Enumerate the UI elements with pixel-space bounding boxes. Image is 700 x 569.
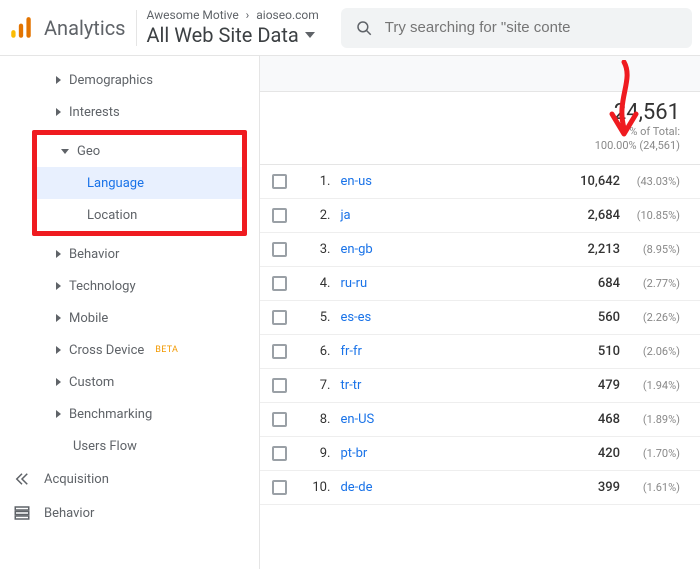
table-row[interactable]: 10.de-de399(1.61%) — [260, 471, 700, 505]
row-percent: (2.26%) — [626, 311, 680, 324]
row-value: 479 — [570, 378, 620, 393]
row-language-link[interactable]: pt-br — [340, 446, 570, 461]
row-percent: (1.89%) — [626, 413, 680, 426]
row-checkbox[interactable] — [272, 480, 287, 495]
sidebar-item-language[interactable]: Language — [37, 167, 242, 199]
row-percent: (1.61%) — [626, 481, 680, 494]
analytics-icon — [8, 15, 34, 41]
sidebar-item-technology[interactable]: Technology — [0, 270, 259, 302]
row-value: 560 — [570, 310, 620, 325]
sidebar-section-acquisition[interactable]: Acquisition — [0, 462, 259, 496]
row-index: 10 — [305, 480, 327, 495]
row-value: 468 — [570, 412, 620, 427]
table-row[interactable]: 9.pt-br420(1.70%) — [260, 437, 700, 471]
row-percent: (1.94%) — [626, 379, 680, 392]
row-checkbox[interactable] — [272, 378, 287, 393]
row-value: 510 — [570, 344, 620, 359]
row-percent: (10.85%) — [626, 209, 680, 222]
row-language-link[interactable]: ja — [340, 208, 570, 223]
brand-text: Analytics — [44, 16, 126, 40]
chevron-down-icon — [305, 32, 315, 38]
row-index: 4 — [305, 276, 327, 291]
row-index: 3 — [305, 242, 327, 257]
ga-logo[interactable]: Analytics — [8, 15, 126, 41]
property-selector[interactable]: Awesome Motive › aioseo.com All Web Site… — [147, 8, 319, 46]
summary-total: 24,561 — [260, 100, 680, 125]
row-language-link[interactable]: de-de — [340, 480, 570, 495]
sidebar: Demographics Interests Geo Language Loca… — [0, 56, 260, 569]
report-table: 24,561 % of Total: 100.00% (24,561) 1.en… — [260, 56, 700, 569]
row-percent: (43.03%) — [626, 175, 680, 188]
acquisition-icon — [12, 469, 32, 489]
row-language-link[interactable]: es-es — [340, 310, 570, 325]
row-language-link[interactable]: en-gb — [340, 242, 570, 257]
table-row[interactable]: 3.en-gb2,213(8.95%) — [260, 233, 700, 267]
table-row[interactable]: 6.fr-fr510(2.06%) — [260, 335, 700, 369]
highlight-box: Geo Language Location — [32, 130, 247, 236]
row-value: 10,642 — [570, 174, 620, 189]
row-checkbox[interactable] — [272, 446, 287, 461]
row-checkbox[interactable] — [272, 310, 287, 325]
behavior-icon — [12, 503, 32, 523]
row-checkbox[interactable] — [272, 276, 287, 291]
beta-badge: BETA — [155, 345, 178, 355]
row-index: 6 — [305, 344, 327, 359]
row-value: 420 — [570, 446, 620, 461]
row-language-link[interactable]: fr-fr — [340, 344, 570, 359]
row-language-link[interactable]: ru-ru — [340, 276, 570, 291]
view-name: All Web Site Data — [147, 23, 299, 47]
table-row[interactable]: 2.ja2,684(10.85%) — [260, 199, 700, 233]
table-row[interactable]: 8.en-US468(1.89%) — [260, 403, 700, 437]
table-row[interactable]: 4.ru-ru684(2.77%) — [260, 267, 700, 301]
row-percent: (1.70%) — [626, 447, 680, 460]
sidebar-item-mobile[interactable]: Mobile — [0, 302, 259, 334]
header-divider — [136, 10, 137, 46]
sidebar-item-custom[interactable]: Custom — [0, 366, 259, 398]
app-header: Analytics Awesome Motive › aioseo.com Al… — [0, 0, 700, 56]
row-percent: (2.77%) — [626, 277, 680, 290]
row-value: 2,213 — [570, 242, 620, 257]
search-input[interactable] — [385, 19, 678, 36]
table-header — [260, 56, 700, 92]
row-checkbox[interactable] — [272, 174, 287, 189]
sidebar-item-cross-device[interactable]: Cross Device BETA — [0, 334, 259, 366]
row-index: 5 — [305, 310, 327, 325]
row-checkbox[interactable] — [272, 412, 287, 427]
row-percent: (8.95%) — [626, 243, 680, 256]
row-index: 1 — [305, 174, 327, 189]
row-value: 2,684 — [570, 208, 620, 223]
sidebar-item-demographics[interactable]: Demographics — [0, 64, 259, 96]
sidebar-item-interests[interactable]: Interests — [0, 96, 259, 128]
row-value: 684 — [570, 276, 620, 291]
sidebar-item-location[interactable]: Location — [37, 199, 242, 231]
row-index: 7 — [305, 378, 327, 393]
row-checkbox[interactable] — [272, 208, 287, 223]
row-index: 8 — [305, 412, 327, 427]
row-percent: (2.06%) — [626, 345, 680, 358]
sidebar-item-benchmarking[interactable]: Benchmarking — [0, 398, 259, 430]
sidebar-section-behavior[interactable]: Behavior — [0, 496, 259, 530]
table-row[interactable]: 5.es-es560(2.26%) — [260, 301, 700, 335]
row-language-link[interactable]: tr-tr — [340, 378, 570, 393]
table-row[interactable]: 7.tr-tr479(1.94%) — [260, 369, 700, 403]
breadcrumb: Awesome Motive › aioseo.com — [147, 8, 319, 22]
row-language-link[interactable]: en-us — [340, 174, 570, 189]
search-box[interactable] — [341, 8, 692, 48]
table-row[interactable]: 1.en-us10,642(43.03%) — [260, 165, 700, 199]
row-language-link[interactable]: en-US — [340, 412, 570, 427]
row-value: 399 — [570, 480, 620, 495]
row-index: 2 — [305, 208, 327, 223]
table-summary: 24,561 % of Total: 100.00% (24,561) — [260, 92, 700, 165]
row-checkbox[interactable] — [272, 242, 287, 257]
search-icon — [355, 19, 373, 37]
sidebar-item-geo[interactable]: Geo — [37, 135, 242, 167]
row-checkbox[interactable] — [272, 344, 287, 359]
sidebar-item-users-flow[interactable]: Users Flow — [0, 430, 259, 462]
sidebar-item-behavior[interactable]: Behavior — [0, 238, 259, 270]
row-index: 9 — [305, 446, 327, 461]
